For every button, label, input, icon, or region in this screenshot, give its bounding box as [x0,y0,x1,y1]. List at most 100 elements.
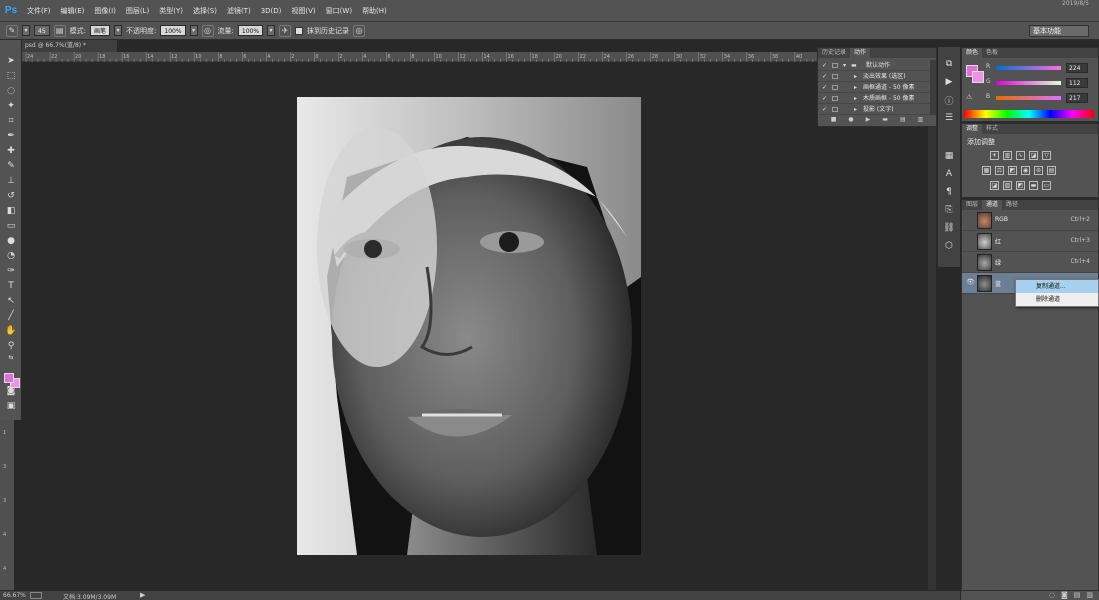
tab-layers[interactable]: 图层 [962,200,982,210]
type-tool-icon[interactable]: T [0,279,22,294]
threshold-icon[interactable]: ◩ [1016,181,1025,190]
action-row[interactable]: ✓ ▸ 木质画框 - 50 像素 [818,93,930,104]
flow-dropdown[interactable]: ▾ [267,25,276,36]
workspace-select[interactable]: 基本功能 [1029,25,1089,37]
check-icon[interactable]: ✓ [822,60,827,71]
paragraph-panel-icon[interactable]: ¶ [938,183,960,201]
erase-history-checkbox[interactable] [295,26,304,35]
slider-value-input[interactable]: 224 [1066,63,1088,73]
line-tool-icon[interactable]: ╱ [0,309,22,324]
document-tab[interactable]: psd @ 66.7%(蓝/8) * [22,40,117,52]
menu-select[interactable]: 选择(S) [188,6,222,16]
duplicate-channel-item[interactable]: 复制通道... [1016,280,1098,293]
tool-presets-icon[interactable]: ⛓ [938,219,960,237]
dialog-toggle-icon[interactable] [832,63,838,68]
check-icon[interactable]: ✓ [822,93,827,104]
brightness-icon[interactable]: ☀ [990,151,999,160]
color-spectrum-bar[interactable] [964,110,1094,118]
pressure-size-icon[interactable]: ◎ [353,24,366,37]
character-panel-icon[interactable]: A [938,165,960,183]
dialog-toggle-icon[interactable] [832,85,838,90]
expand-triangle-icon[interactable]: ▸ [854,93,857,104]
eraser-tool-icon[interactable]: ✎ [6,24,18,37]
menu-filter[interactable]: 滤镜(T) [222,6,256,16]
opacity-input[interactable]: 100% [160,25,186,36]
hue-saturation-icon[interactable]: ▦ [982,166,991,175]
slider-track[interactable] [996,66,1061,70]
channel-mixer-icon[interactable]: ⊛ [1034,166,1043,175]
brush-panel-icon[interactable]: ▤ [53,24,66,37]
channel-row-rgb[interactable]: RGB Ctrl+2 [962,210,1098,231]
swap-colors-icon[interactable]: ⇆ [0,354,22,362]
channel-row-red[interactable]: 红 Ctrl+3 [962,231,1098,252]
collapse-triangle-icon[interactable]: ▾ [843,60,846,71]
visibility-toggle[interactable] [966,236,974,244]
exposure-icon[interactable]: ◪ [1029,151,1038,160]
record-icon[interactable]: ● [848,116,853,126]
new-channel-icon[interactable]: ▤ [1074,591,1081,600]
path-select-tool-icon[interactable]: ↖ [0,294,22,309]
new-set-icon[interactable]: ▬ [882,116,888,126]
expand-triangle-icon[interactable]: ▸ [854,82,857,93]
quick-select-tool-icon[interactable]: ✦ [0,99,22,114]
selective-color-icon[interactable]: ▬ [1029,181,1038,190]
visibility-toggle[interactable] [966,215,974,223]
curves-icon[interactable]: ∿ [1016,151,1025,160]
tab-swatches[interactable]: 色板 [982,48,1002,58]
eye-icon[interactable]: 👁 [966,278,975,286]
screen-mode-icon[interactable]: ▣ [0,399,22,414]
dodge-tool-icon[interactable]: ◔ [0,249,22,264]
tab-channels[interactable]: 通道 [982,200,1003,210]
slider-g[interactable]: G 112 [986,78,1096,90]
vibrance-icon[interactable]: ▽ [1042,151,1051,160]
info-panel-icon[interactable]: ⓘ [938,91,960,109]
canvas-vertical-scrollbar[interactable] [928,62,936,590]
eyedropper-tool-icon[interactable]: ✒ [0,129,22,144]
color-bg-swatch[interactable] [972,71,984,83]
history-brush-tool-icon[interactable]: ↺ [0,189,22,204]
stop-icon[interactable]: ■ [831,116,837,126]
menu-3d[interactable]: 3D(D) [256,7,287,15]
menu-file[interactable]: 文件(F) [22,6,56,16]
tab-adjustments[interactable]: 调整 [962,124,983,134]
check-icon[interactable]: ✓ [822,82,827,93]
action-row[interactable]: ✓ ▸ 淡出效果 (选区) [818,71,930,82]
load-selection-icon[interactable]: ◌ [1049,591,1055,600]
flow-input[interactable]: 100% [237,25,264,36]
status-menu-arrow-icon[interactable]: ▶ [140,591,145,599]
channel-row-green[interactable]: 绿 Ctrl+4 [962,252,1098,273]
trash-icon[interactable]: ▥ [1086,591,1093,600]
check-icon[interactable]: ✓ [822,104,827,115]
move-tool-icon[interactable]: ➤ [0,54,22,69]
action-row[interactable]: ✓ ▸ 投影 (文字) [818,104,930,115]
posterize-icon[interactable]: ▧ [1003,181,1012,190]
slider-r[interactable]: R 224 [986,63,1096,75]
portrait-photo[interactable] [297,97,641,555]
menu-window[interactable]: 窗口(W) [321,6,357,16]
dialog-toggle-icon[interactable] [832,74,838,79]
gradient-map-icon[interactable]: ▭ [1042,181,1051,190]
marquee-tool-icon[interactable]: ⬚ [0,69,22,84]
hand-tool-icon[interactable]: ✋ [0,324,22,339]
expand-triangle-icon[interactable]: ▸ [854,71,857,82]
tool-preset-dropdown[interactable]: ▾ [22,25,30,36]
blur-tool-icon[interactable]: ● [0,234,22,249]
airbrush-icon[interactable]: ✈ [279,24,292,37]
visibility-toggle[interactable] [966,257,974,265]
menu-type[interactable]: 类型(Y) [154,6,188,16]
new-action-icon[interactable]: ▤ [900,116,906,126]
invert-icon[interactable]: ◪ [990,181,999,190]
tab-actions[interactable]: 动作 [850,48,871,58]
save-selection-icon[interactable]: ◙ [1061,591,1068,600]
brush-size-picker[interactable]: 45 [34,25,50,36]
expand-triangle-icon[interactable]: ▸ [854,104,857,115]
levels-icon[interactable]: ▥ [1003,151,1012,160]
menu-view[interactable]: 视图(V) [286,6,320,16]
pen-tool-icon[interactable]: ✑ [0,264,22,279]
healing-brush-tool-icon[interactable]: ✚ [0,144,22,159]
crop-tool-icon[interactable]: ⌗ [0,114,22,129]
check-icon[interactable]: ✓ [822,71,827,82]
slider-b[interactable]: B 217 [986,93,1096,105]
zoom-level[interactable]: 66.67% [3,592,26,599]
slider-value-input[interactable]: 112 [1066,78,1088,88]
